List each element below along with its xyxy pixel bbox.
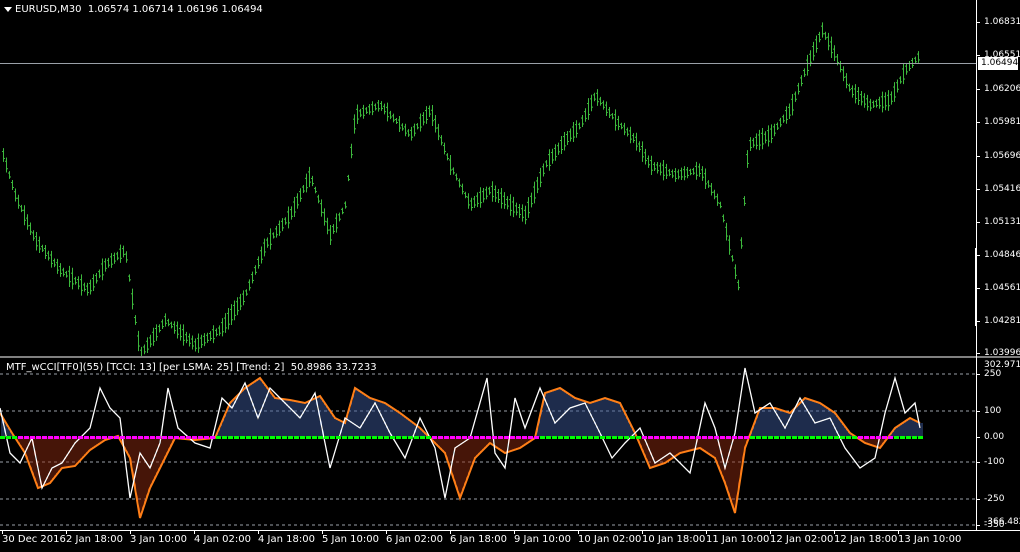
time-label: 5 Jan 10:00 <box>322 534 379 545</box>
time-label: 30 Dec 2016 <box>2 534 66 545</box>
indicator-level: 100 <box>984 406 1002 416</box>
price-label: 1.06206 <box>984 84 1020 94</box>
indicator-level: 0.00 <box>984 432 1005 442</box>
time-label: 2 Jan 18:00 <box>66 534 123 545</box>
price-label: 1.05131 <box>984 217 1020 227</box>
price-axis-line <box>976 0 977 530</box>
symbol-timeframe: EURUSD,M30 <box>15 4 82 15</box>
price-label: 1.05696 <box>984 151 1020 161</box>
time-label: 10 Jan 02:00 <box>578 534 642 545</box>
indicator-values: 50.8986 33.7233 <box>290 362 377 373</box>
indicator-level: -350 <box>984 520 1005 530</box>
time-axis: 30 Dec 2016 2 Jan 18:00 3 Jan 10:00 4 Ja… <box>0 530 1020 552</box>
time-label: 6 Jan 18:00 <box>450 534 507 545</box>
time-label: 9 Jan 10:00 <box>514 534 571 545</box>
indicator-pane[interactable] <box>0 358 1020 530</box>
price-chart-pane[interactable]: EURUSD,M30 1.06574 1.06714 1.06196 1.064… <box>0 0 1020 356</box>
collapse-triangle-icon[interactable] <box>4 6 12 12</box>
price-label: 1.04281 <box>984 316 1020 326</box>
price-label: 1.04846 <box>984 250 1020 260</box>
time-label: 11 Jan 10:00 <box>706 534 770 545</box>
current-price-line <box>0 63 976 64</box>
time-label: 4 Jan 02:00 <box>194 534 251 545</box>
chart-header: EURUSD,M30 1.06574 1.06714 1.06196 1.064… <box>4 4 263 15</box>
price-label: 1.04561 <box>984 283 1020 293</box>
price-label: 1.05981 <box>984 117 1020 127</box>
indicator-title: MTF_wCCI[TF0](55) [TCCI: 13] [per LSMA: … <box>6 362 285 373</box>
price-label: 1.03996 <box>984 348 1020 358</box>
indicator-header: MTF_wCCI[TF0](55) [TCCI: 13] [per LSMA: … <box>6 362 377 373</box>
time-label: 13 Jan 10:00 <box>898 534 962 545</box>
time-label: 3 Jan 10:00 <box>130 534 187 545</box>
ohlc-values: 1.06574 1.06714 1.06196 1.06494 <box>87 4 263 15</box>
indicator-level: -250 <box>984 494 1005 504</box>
cci-indicator-chart <box>0 367 976 526</box>
current-price-label: 1.06494 <box>978 57 1018 70</box>
price-bars-chart <box>2 22 976 356</box>
indicator-level: -100 <box>984 457 1005 467</box>
price-label: 1.05416 <box>984 184 1020 194</box>
time-label: 12 Jan 02:00 <box>770 534 834 545</box>
time-label: 4 Jan 18:00 <box>258 534 315 545</box>
time-label: 10 Jan 18:00 <box>642 534 706 545</box>
time-label: 6 Jan 02:00 <box>386 534 443 545</box>
price-label: 1.06831 <box>984 17 1020 27</box>
indicator-level: 250 <box>984 369 1002 379</box>
time-label: 12 Jan 18:00 <box>834 534 898 545</box>
